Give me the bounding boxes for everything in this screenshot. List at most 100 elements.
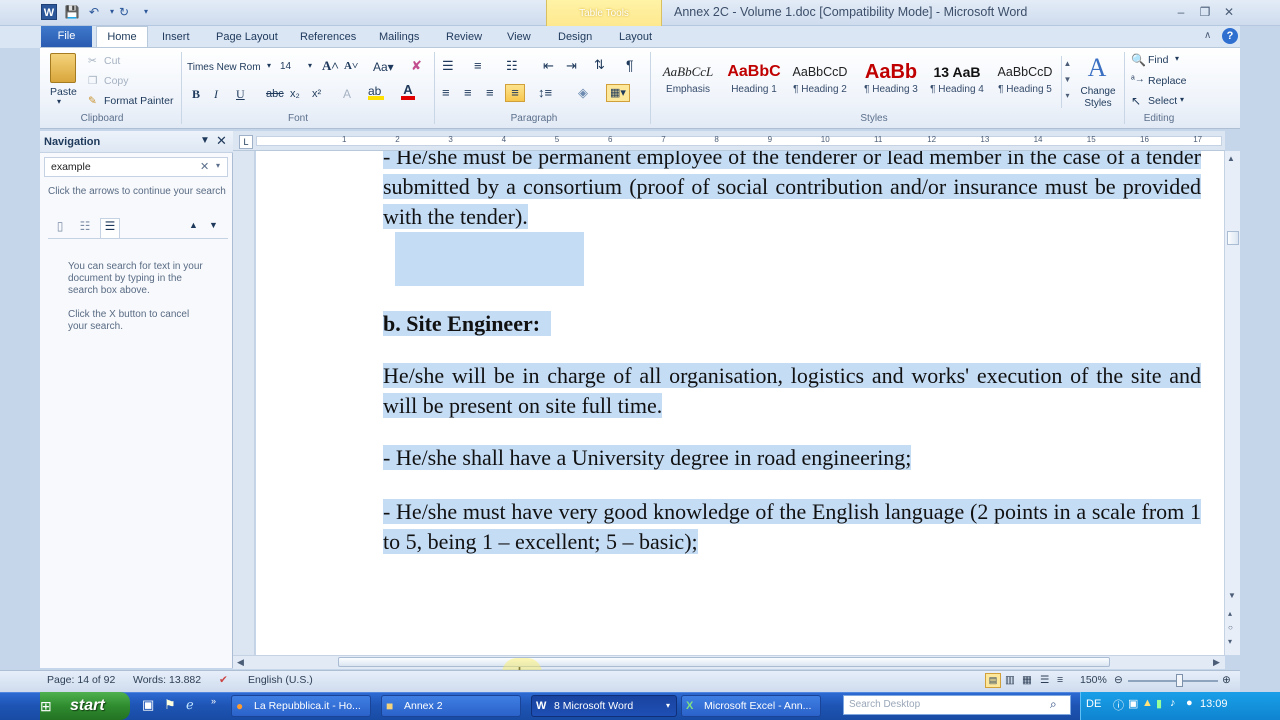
previous-page-icon[interactable]: ▴ — [1228, 609, 1232, 618]
multilevel-list-icon[interactable]: ☷ — [506, 58, 518, 74]
restore-button[interactable]: ❐ — [1196, 4, 1214, 20]
word-count[interactable]: Words: 13.882 — [133, 674, 201, 686]
tray-battery-icon[interactable]: ▮ — [1156, 697, 1162, 710]
tab-selector-icon[interactable]: L — [239, 135, 253, 149]
tab-view[interactable]: View — [499, 27, 539, 47]
select-button[interactable]: Select — [1148, 95, 1177, 107]
tab-review[interactable]: Review — [438, 27, 490, 47]
style-heading-1[interactable]: AaBbC Heading 1 — [721, 58, 787, 108]
next-page-icon[interactable]: ▾ — [1228, 637, 1232, 646]
cut-button[interactable]: Cut — [104, 55, 120, 67]
document-paragraph[interactable]: - He/she shall have a University degree … — [383, 443, 1201, 473]
find-dropdown-icon[interactable]: ▾ — [1175, 54, 1179, 63]
style-heading-2[interactable]: AaBbCcD ¶ Heading 2 — [787, 58, 853, 108]
format-painter-icon[interactable]: ✎ — [88, 95, 97, 107]
underline-icon[interactable]: U — [236, 87, 245, 102]
tab-file[interactable]: File — [41, 26, 92, 47]
tray-alert-icon[interactable]: ▲ — [1142, 697, 1153, 709]
zoom-in-icon[interactable]: ⊕ — [1222, 674, 1231, 686]
web-layout-icon[interactable]: ▦ — [1022, 674, 1032, 686]
vertical-scroll-thumb[interactable] — [1227, 231, 1239, 245]
close-navigation-icon[interactable]: ✕ — [216, 133, 227, 149]
document-paragraph[interactable]: - He/she must be permanent employee of t… — [383, 151, 1201, 232]
italic-icon[interactable]: I — [214, 87, 218, 102]
zoom-level[interactable]: 150% — [1080, 674, 1107, 686]
language-bar[interactable]: DE — [1086, 698, 1101, 710]
browse-results-icon[interactable]: ☰ — [100, 218, 120, 238]
clear-formatting-icon[interactable]: ✘ — [411, 58, 422, 74]
tab-insert[interactable]: Insert — [154, 27, 198, 47]
style-heading-5[interactable]: AaBbCcD ¶ Heading 5 — [992, 58, 1058, 108]
browse-pages-icon[interactable]: ☷ — [75, 219, 95, 237]
scroll-down-icon[interactable]: ▼ — [1228, 591, 1236, 600]
proofing-icon[interactable]: ✔ — [219, 674, 228, 686]
numbering-icon[interactable]: ≡ — [474, 58, 482, 73]
customize-qat-icon[interactable]: ▾ — [138, 4, 154, 20]
minimize-ribbon-icon[interactable]: ∧ — [1204, 30, 1211, 41]
horizontal-scroll-thumb[interactable] — [338, 657, 1110, 667]
full-screen-reading-icon[interactable]: ▥ — [1005, 674, 1015, 686]
language-indicator[interactable]: English (U.S.) — [248, 674, 313, 686]
zoom-out-icon[interactable]: ⊖ — [1114, 674, 1123, 686]
increase-indent-icon[interactable]: ⇥ — [566, 58, 577, 74]
navigation-menu-icon[interactable]: ▼ — [200, 135, 210, 146]
taskbar-item-folder[interactable]: ■ Annex 2 — [381, 695, 521, 717]
tray-network-icon[interactable]: ▣ — [1128, 697, 1138, 710]
browse-object-icon[interactable]: ○ — [1228, 623, 1233, 632]
quicklaunch-ie-icon[interactable]: ℯ — [186, 697, 194, 713]
bold-icon[interactable]: B — [192, 87, 200, 102]
cut-icon[interactable]: ✂ — [88, 55, 97, 67]
taskbar-item-excel[interactable]: X Microsoft Excel - Ann... — [681, 695, 821, 717]
change-case-icon[interactable]: Aa▾ — [373, 60, 394, 74]
tab-design[interactable]: Design — [550, 27, 600, 47]
page-count[interactable]: Page: 14 of 92 — [47, 674, 115, 686]
undo-icon[interactable]: ↶ — [86, 4, 102, 20]
superscript-icon[interactable]: x² — [312, 88, 321, 100]
document-heading[interactable]: b. Site Engineer: — [383, 309, 1201, 339]
zoom-slider-thumb[interactable] — [1176, 674, 1183, 687]
font-size-box[interactable]: 14 — [280, 61, 291, 72]
search-icon[interactable]: ⌕ — [1050, 697, 1057, 712]
shading-icon[interactable]: ◈ — [578, 85, 588, 101]
style-heading-4[interactable]: 13 AaB ¶ Heading 4 — [924, 58, 990, 108]
replace-button[interactable]: Replace — [1148, 75, 1187, 87]
font-size-dropdown-icon[interactable]: ▾ — [308, 61, 312, 70]
close-window-button[interactable]: ✕ — [1220, 4, 1238, 20]
text-effects-icon[interactable]: A — [343, 87, 351, 101]
quicklaunch-desktop-icon[interactable]: ▣ — [142, 697, 154, 713]
word-app-icon[interactable]: W — [41, 4, 57, 20]
font-name-dropdown-icon[interactable]: ▾ — [267, 61, 271, 70]
select-dropdown-icon[interactable]: ▾ — [1180, 95, 1184, 104]
taskbar-item-firefox[interactable]: ● La Repubblica.it - Ho... — [231, 695, 371, 717]
tab-references[interactable]: References — [292, 27, 364, 47]
document-paragraph[interactable]: He/she will be in charge of all organisa… — [383, 361, 1201, 421]
redo-icon[interactable]: ↻ — [116, 4, 132, 20]
align-right-icon[interactable]: ≡ — [486, 85, 494, 100]
subscript-icon[interactable]: x₂ — [290, 88, 300, 100]
print-layout-icon[interactable]: ▤ — [985, 673, 1001, 688]
paste-icon[interactable] — [50, 53, 76, 83]
tray-volume-icon[interactable]: ♪ — [1170, 697, 1176, 709]
style-emphasis[interactable]: AaBbCcL Emphasis — [655, 58, 721, 108]
grow-font-icon[interactable]: A˄ — [322, 58, 339, 74]
align-center-icon[interactable]: ≡ — [464, 85, 472, 100]
vertical-scrollbar[interactable]: ▲ ▼ ▴ ○ ▾ — [1224, 151, 1240, 655]
change-styles-button[interactable]: Change Styles — [1079, 86, 1117, 110]
show-formatting-marks-icon[interactable]: ¶ — [626, 57, 634, 73]
save-icon[interactable]: 💾 — [64, 4, 80, 20]
paste-label[interactable]: Paste — [50, 86, 77, 98]
document-paragraph[interactable]: - He/she must have very good knowledge o… — [383, 497, 1201, 557]
replace-icon[interactable]: ᵃ→ — [1131, 74, 1145, 85]
scroll-up-icon[interactable]: ▲ — [1227, 154, 1235, 163]
select-icon[interactable]: ↖ — [1131, 94, 1141, 108]
previous-result-icon[interactable]: ▲ — [189, 220, 198, 230]
tray-help-icon[interactable]: ⓘ — [1113, 697, 1124, 713]
strikethrough-icon[interactable]: abc — [266, 88, 284, 100]
align-left-icon[interactable]: ≡ — [442, 85, 450, 100]
tab-layout[interactable]: Layout — [611, 27, 660, 47]
scroll-right-icon[interactable]: ▶ — [1213, 657, 1220, 668]
group-dropdown-icon[interactable]: ▾ — [666, 696, 670, 716]
copy-icon[interactable]: ❐ — [88, 75, 97, 87]
borders-icon[interactable]: ▦▾ — [606, 84, 630, 102]
search-options-icon[interactable]: ▾ — [216, 161, 220, 170]
